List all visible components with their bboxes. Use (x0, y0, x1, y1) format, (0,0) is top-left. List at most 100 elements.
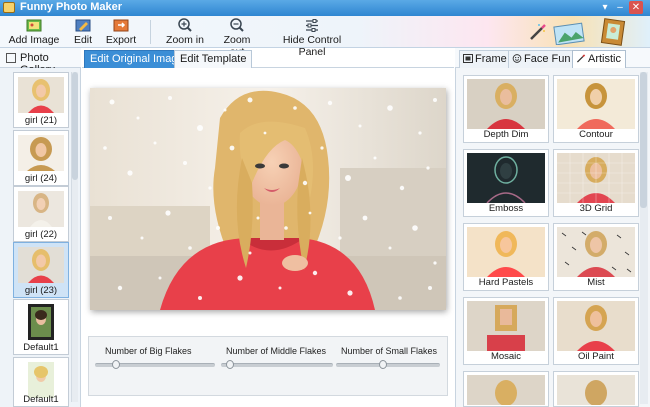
small-flakes-slider-knob[interactable] (379, 360, 387, 369)
gallery-item[interactable]: Default1 (13, 299, 69, 355)
gallery-item-selected[interactable]: girl (23) (13, 242, 69, 298)
effect-label: 3D Grid (579, 203, 613, 214)
editor-tabs: Edit Original Image Edit Template (82, 48, 454, 68)
gallery-item[interactable]: girl (24) (13, 130, 69, 186)
effect-thumbnail (557, 79, 635, 129)
small-flakes-slider[interactable] (336, 360, 440, 369)
export-icon (113, 19, 129, 32)
toolbar: Add Image Edit Export Zoom in Zoom out H… (0, 16, 650, 58)
app-icon (3, 2, 15, 13)
title-bar: Funny Photo Maker ▾ – ✕ (0, 0, 650, 16)
gallery-item[interactable]: girl (21) (13, 72, 69, 128)
tab-artistic-label: Artistic (588, 53, 621, 65)
gallery-thumbnail (28, 304, 54, 340)
effect-thumbnail (557, 227, 635, 277)
magic-wand-icon (530, 24, 546, 40)
effect-thumbnail (557, 375, 635, 405)
export-button[interactable]: Export (105, 17, 137, 47)
gallery-scrollbar[interactable] (71, 72, 78, 402)
close-button[interactable]: ✕ (629, 1, 643, 14)
effect-item[interactable]: Depth Dim (463, 75, 549, 143)
photo-gallery-header[interactable]: Photo Gallery (0, 48, 81, 76)
landscape-photo-icon (553, 22, 585, 45)
effect-item[interactable]: 3D Grid (553, 149, 639, 217)
effect-label: Emboss (488, 203, 524, 214)
add-image-button[interactable]: Add Image (8, 17, 60, 47)
effect-thumbnail (467, 227, 545, 277)
toolbar-separator (150, 20, 151, 44)
tab-edit-template[interactable]: Edit Template (174, 50, 253, 68)
effect-item[interactable] (463, 371, 549, 407)
minimize-button[interactable]: – (613, 1, 627, 14)
effect-thumbnail (557, 153, 635, 203)
smiley-icon (512, 54, 522, 63)
big-flakes-slider-knob[interactable] (112, 360, 120, 369)
effects-scroll-thumb[interactable] (640, 72, 647, 208)
small-flakes-label: Number of Small Flakes (341, 346, 438, 356)
hide-control-panel-button[interactable]: Hide Control Panel (270, 17, 354, 58)
tab-face-fun[interactable]: Face Fun (508, 50, 576, 68)
effect-label: Mist (587, 277, 605, 288)
photo-gallery: girl (21) girl (24) girl (22) girl (23) … (0, 68, 81, 407)
effect-item[interactable]: Mosaic (463, 297, 549, 365)
flakes-control-panel: Number of Big Flakes Number of Middle Fl… (88, 336, 448, 396)
effect-item[interactable]: Mist (553, 223, 639, 291)
effect-thumbnail (467, 79, 545, 129)
effect-item[interactable]: Contour (553, 75, 639, 143)
edit-button[interactable]: Edit (70, 17, 96, 47)
gallery-icon (6, 53, 16, 63)
effect-item[interactable]: Hard Pastels (463, 223, 549, 291)
zoom-out-icon (230, 18, 244, 32)
window-title: Funny Photo Maker (20, 1, 123, 13)
tab-frame[interactable]: Frame (459, 50, 512, 68)
gallery-item-label: girl (23) (24, 285, 58, 296)
tab-face-fun-label: Face Fun (524, 53, 571, 65)
gallery-thumbnail (18, 191, 64, 227)
middle-flakes-slider-knob[interactable] (226, 360, 234, 369)
middle-flakes-slider[interactable] (221, 360, 333, 369)
effects-tabs: Frame Face Fun Artistic (455, 48, 650, 68)
effect-label: Contour (579, 129, 613, 140)
effect-item[interactable]: Emboss (463, 149, 549, 217)
effect-thumbnail (467, 301, 545, 351)
gallery-item-label: girl (22) (24, 229, 58, 240)
edit-label: Edit (73, 34, 93, 46)
effect-label: Depth Dim (483, 129, 529, 140)
export-label: Export (105, 34, 137, 46)
effect-item[interactable]: Oil Paint (553, 297, 639, 365)
zoom-in-icon (178, 18, 192, 32)
edited-photo[interactable] (90, 88, 446, 310)
gallery-item-label: Default1 (23, 394, 59, 405)
tab-artistic[interactable]: Artistic (572, 50, 626, 68)
chevron-down-icon[interactable]: ▾ (598, 1, 612, 14)
gallery-item-label: girl (24) (24, 173, 58, 184)
effect-thumbnail (467, 153, 545, 203)
effect-item[interactable] (553, 371, 639, 407)
gallery-item[interactable]: Default1 (13, 357, 69, 407)
zoom-out-button[interactable]: Zoom out (215, 17, 259, 58)
effect-label: Oil Paint (578, 351, 614, 362)
zoom-in-button[interactable]: Zoom in (166, 17, 204, 47)
add-image-label: Add Image (8, 34, 60, 46)
gallery-thumbnail (28, 362, 54, 398)
big-flakes-label: Number of Big Flakes (105, 346, 192, 356)
big-flakes-slider[interactable] (95, 360, 215, 369)
picture-frame-icon (600, 18, 626, 46)
edit-icon (75, 19, 91, 32)
effects-scrollbar[interactable] (640, 72, 648, 404)
gallery-item-label: girl (21) (24, 115, 58, 126)
add-image-icon (26, 19, 42, 32)
effect-thumbnail (557, 301, 635, 351)
photo-preview (90, 88, 446, 310)
gallery-scroll-thumb[interactable] (72, 72, 78, 180)
effect-label: Hard Pastels (478, 277, 534, 288)
gallery-thumbnail (18, 77, 64, 113)
gallery-item[interactable]: girl (22) (13, 186, 69, 242)
middle-flakes-label: Number of Middle Flakes (226, 346, 327, 356)
gallery-thumbnail (18, 247, 64, 283)
frame-icon (463, 54, 473, 63)
effect-thumbnail (467, 375, 545, 405)
zoom-in-label: Zoom in (166, 34, 204, 46)
effects-grid: Depth Dim Contour Emboss 3D Grid Hard Pa… (455, 68, 650, 407)
brush-icon (576, 54, 586, 63)
